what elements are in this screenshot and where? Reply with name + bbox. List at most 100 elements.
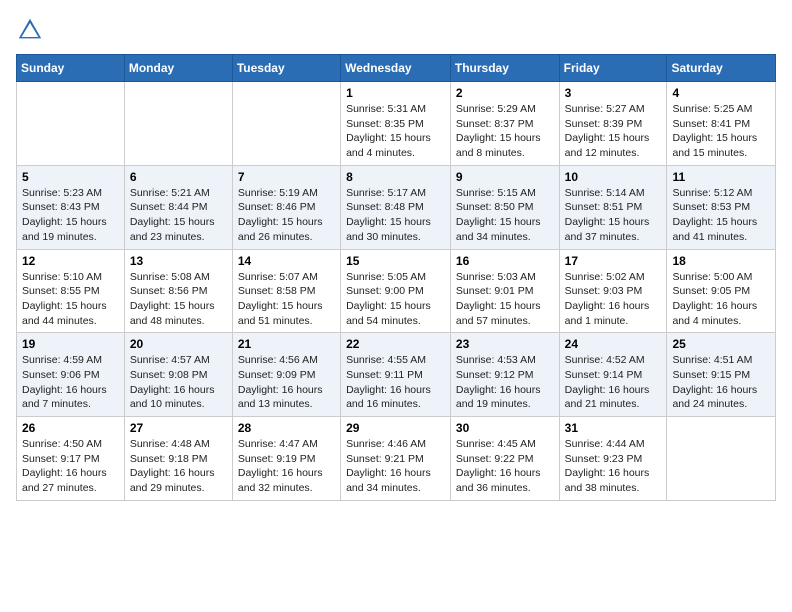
day-header-monday: Monday bbox=[124, 55, 232, 82]
calendar-cell bbox=[232, 82, 340, 166]
day-number: 19 bbox=[22, 337, 119, 351]
day-info: Sunrise: 5:21 AMSunset: 8:44 PMDaylight:… bbox=[130, 186, 227, 245]
day-info: Sunrise: 4:48 AMSunset: 9:18 PMDaylight:… bbox=[130, 437, 227, 496]
calendar-cell: 10 Sunrise: 5:14 AMSunset: 8:51 PMDayligh… bbox=[559, 165, 667, 249]
day-number: 7 bbox=[238, 170, 335, 184]
day-info: Sunrise: 4:45 AMSunset: 9:22 PMDaylight:… bbox=[456, 437, 554, 496]
day-number: 11 bbox=[672, 170, 770, 184]
calendar-cell: 4 Sunrise: 5:25 AMSunset: 8:41 PMDaylight… bbox=[667, 82, 776, 166]
day-info: Sunrise: 5:14 AMSunset: 8:51 PMDaylight:… bbox=[565, 186, 662, 245]
day-info: Sunrise: 5:02 AMSunset: 9:03 PMDaylight:… bbox=[565, 270, 662, 329]
day-info: Sunrise: 5:07 AMSunset: 8:58 PMDaylight:… bbox=[238, 270, 335, 329]
day-info: Sunrise: 4:53 AMSunset: 9:12 PMDaylight:… bbox=[456, 353, 554, 412]
calendar-cell: 22 Sunrise: 4:55 AMSunset: 9:11 PMDayligh… bbox=[341, 333, 451, 417]
calendar-cell: 8 Sunrise: 5:17 AMSunset: 8:48 PMDaylight… bbox=[341, 165, 451, 249]
day-number: 6 bbox=[130, 170, 227, 184]
day-number: 30 bbox=[456, 421, 554, 435]
day-info: Sunrise: 5:31 AMSunset: 8:35 PMDaylight:… bbox=[346, 102, 445, 161]
calendar-cell: 6 Sunrise: 5:21 AMSunset: 8:44 PMDaylight… bbox=[124, 165, 232, 249]
logo-icon bbox=[16, 16, 44, 44]
calendar-cell: 20 Sunrise: 4:57 AMSunset: 9:08 PMDayligh… bbox=[124, 333, 232, 417]
calendar-cell: 5 Sunrise: 5:23 AMSunset: 8:43 PMDaylight… bbox=[17, 165, 125, 249]
logo bbox=[16, 16, 48, 44]
day-number: 20 bbox=[130, 337, 227, 351]
calendar-cell: 26 Sunrise: 4:50 AMSunset: 9:17 PMDayligh… bbox=[17, 417, 125, 501]
day-header-friday: Friday bbox=[559, 55, 667, 82]
calendar-cell: 12 Sunrise: 5:10 AMSunset: 8:55 PMDayligh… bbox=[17, 249, 125, 333]
calendar-cell bbox=[667, 417, 776, 501]
day-info: Sunrise: 5:08 AMSunset: 8:56 PMDaylight:… bbox=[130, 270, 227, 329]
day-header-sunday: Sunday bbox=[17, 55, 125, 82]
day-info: Sunrise: 5:05 AMSunset: 9:00 PMDaylight:… bbox=[346, 270, 445, 329]
calendar-cell: 3Sunrise: 5:27 AMSunset: 8:39 PMDaylight… bbox=[559, 82, 667, 166]
calendar-cell: 29Sunrise: 4:46 AMSunset: 9:21 PMDayligh… bbox=[341, 417, 451, 501]
calendar-cell: 30 Sunrise: 4:45 AMSunset: 9:22 PMDayligh… bbox=[450, 417, 559, 501]
day-info: Sunrise: 4:52 AMSunset: 9:14 PMDaylight:… bbox=[565, 353, 662, 412]
day-number: 18 bbox=[672, 254, 770, 268]
calendar-cell: 15 Sunrise: 5:05 AMSunset: 9:00 PMDayligh… bbox=[341, 249, 451, 333]
calendar-cell: 23 Sunrise: 4:53 AMSunset: 9:12 PMDayligh… bbox=[450, 333, 559, 417]
calendar-cell: 13 Sunrise: 5:08 AMSunset: 8:56 PMDayligh… bbox=[124, 249, 232, 333]
day-number: 13 bbox=[130, 254, 227, 268]
day-number: 2 bbox=[456, 86, 554, 100]
day-number: 26 bbox=[22, 421, 119, 435]
calendar-cell: 24 Sunrise: 4:52 AMSunset: 9:14 PMDayligh… bbox=[559, 333, 667, 417]
day-info: Sunrise: 5:12 AMSunset: 8:53 PMDaylight:… bbox=[672, 186, 770, 245]
page-header bbox=[16, 16, 776, 44]
calendar-week-3: 12 Sunrise: 5:10 AMSunset: 8:55 PMDayligh… bbox=[17, 249, 776, 333]
day-number: 8 bbox=[346, 170, 445, 184]
day-number: 9 bbox=[456, 170, 554, 184]
calendar-cell: 19 Sunrise: 4:59 AMSunset: 9:06 PMDayligh… bbox=[17, 333, 125, 417]
day-info: Sunrise: 5:17 AMSunset: 8:48 PMDaylight:… bbox=[346, 186, 445, 245]
day-info: Sunrise: 5:10 AMSunset: 8:55 PMDaylight:… bbox=[22, 270, 119, 329]
day-number: 25 bbox=[672, 337, 770, 351]
day-header-saturday: Saturday bbox=[667, 55, 776, 82]
day-header-tuesday: Tuesday bbox=[232, 55, 340, 82]
calendar-cell: 16Sunrise: 5:03 AMSunset: 9:01 PMDayligh… bbox=[450, 249, 559, 333]
day-info: Sunrise: 5:23 AMSunset: 8:43 PMDaylight:… bbox=[22, 186, 119, 245]
day-info: Sunrise: 5:19 AMSunset: 8:46 PMDaylight:… bbox=[238, 186, 335, 245]
day-number: 12 bbox=[22, 254, 119, 268]
calendar-week-5: 26 Sunrise: 4:50 AMSunset: 9:17 PMDayligh… bbox=[17, 417, 776, 501]
day-number: 16 bbox=[456, 254, 554, 268]
day-number: 1 bbox=[346, 86, 445, 100]
calendar-cell: 7 Sunrise: 5:19 AMSunset: 8:46 PMDaylight… bbox=[232, 165, 340, 249]
calendar-cell: 9 Sunrise: 5:15 AMSunset: 8:50 PMDaylight… bbox=[450, 165, 559, 249]
calendar-week-1: 1 Sunrise: 5:31 AMSunset: 8:35 PMDaylight… bbox=[17, 82, 776, 166]
calendar-cell bbox=[17, 82, 125, 166]
day-number: 3 bbox=[565, 86, 662, 100]
day-header-wednesday: Wednesday bbox=[341, 55, 451, 82]
calendar-cell: 17 Sunrise: 5:02 AMSunset: 9:03 PMDayligh… bbox=[559, 249, 667, 333]
calendar-cell: 18 Sunrise: 5:00 AMSunset: 9:05 PMDayligh… bbox=[667, 249, 776, 333]
calendar-cell: 25Sunrise: 4:51 AMSunset: 9:15 PMDayligh… bbox=[667, 333, 776, 417]
day-info: Sunrise: 4:56 AMSunset: 9:09 PMDaylight:… bbox=[238, 353, 335, 412]
day-number: 5 bbox=[22, 170, 119, 184]
day-info: Sunrise: 4:55 AMSunset: 9:11 PMDaylight:… bbox=[346, 353, 445, 412]
calendar-cell: 1 Sunrise: 5:31 AMSunset: 8:35 PMDaylight… bbox=[341, 82, 451, 166]
day-number: 29 bbox=[346, 421, 445, 435]
calendar-table: SundayMondayTuesdayWednesdayThursdayFrid… bbox=[16, 54, 776, 501]
day-info: Sunrise: 4:50 AMSunset: 9:17 PMDaylight:… bbox=[22, 437, 119, 496]
day-number: 23 bbox=[456, 337, 554, 351]
day-info: Sunrise: 5:25 AMSunset: 8:41 PMDaylight:… bbox=[672, 102, 770, 161]
calendar-cell: 21 Sunrise: 4:56 AMSunset: 9:09 PMDayligh… bbox=[232, 333, 340, 417]
day-info: Sunrise: 4:47 AMSunset: 9:19 PMDaylight:… bbox=[238, 437, 335, 496]
day-info: Sunrise: 4:59 AMSunset: 9:06 PMDaylight:… bbox=[22, 353, 119, 412]
day-info: Sunrise: 5:00 AMSunset: 9:05 PMDaylight:… bbox=[672, 270, 770, 329]
calendar-cell: 2 Sunrise: 5:29 AMSunset: 8:37 PMDaylight… bbox=[450, 82, 559, 166]
day-number: 21 bbox=[238, 337, 335, 351]
calendar-cell: 11 Sunrise: 5:12 AMSunset: 8:53 PMDayligh… bbox=[667, 165, 776, 249]
day-number: 22 bbox=[346, 337, 445, 351]
day-number: 17 bbox=[565, 254, 662, 268]
day-number: 24 bbox=[565, 337, 662, 351]
day-number: 15 bbox=[346, 254, 445, 268]
day-number: 4 bbox=[672, 86, 770, 100]
day-number: 14 bbox=[238, 254, 335, 268]
day-number: 31 bbox=[565, 421, 662, 435]
day-info: Sunrise: 4:44 AMSunset: 9:23 PMDaylight:… bbox=[565, 437, 662, 496]
day-info: Sunrise: 4:57 AMSunset: 9:08 PMDaylight:… bbox=[130, 353, 227, 412]
day-info: Sunrise: 5:15 AMSunset: 8:50 PMDaylight:… bbox=[456, 186, 554, 245]
calendar-cell: 27Sunrise: 4:48 AMSunset: 9:18 PMDayligh… bbox=[124, 417, 232, 501]
day-info: Sunrise: 5:29 AMSunset: 8:37 PMDaylight:… bbox=[456, 102, 554, 161]
day-number: 10 bbox=[565, 170, 662, 184]
